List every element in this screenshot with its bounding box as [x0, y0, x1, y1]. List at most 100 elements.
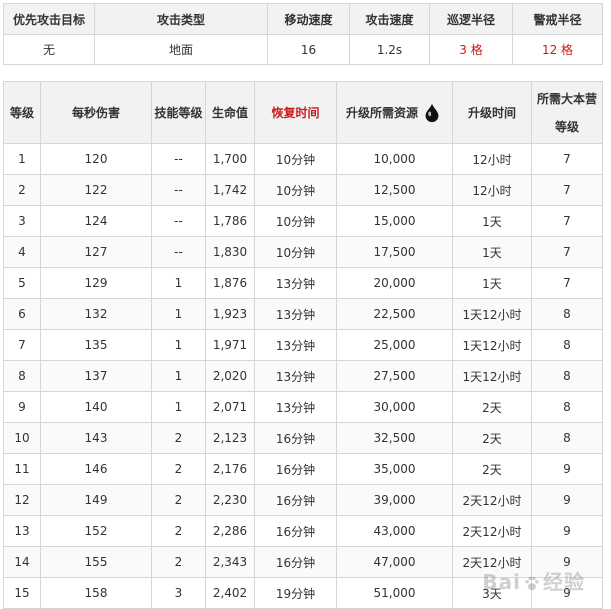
table-row: 7 135 1 1,971 13分钟 25,000 1天12小时 8 — [3, 329, 603, 361]
cell-upgrade-time: 1天 — [452, 267, 532, 299]
cell-hitpoints: 1,786 — [205, 205, 255, 237]
cell-hitpoints: 2,402 — [205, 577, 255, 609]
cell-hitpoints: 2,176 — [205, 453, 255, 485]
table-row: 10 143 2 2,123 16分钟 32,500 2天 8 — [3, 422, 603, 454]
cell-recovery-time: 16分钟 — [254, 453, 337, 485]
cell-townhall-level: 9 — [531, 453, 603, 485]
header-alert-radius: 警戒半径 — [512, 3, 603, 35]
cell-upgrade-time: 12小时 — [452, 174, 532, 206]
header-upgrade-cost-label: 升级所需资源 — [345, 106, 418, 120]
table-row: 11 146 2 2,176 16分钟 35,000 2天 9 — [3, 453, 603, 485]
table-row: 15 158 3 2,402 19分钟 51,000 3天 9 — [3, 577, 603, 609]
cell-level: 1 — [3, 143, 41, 175]
cell-level: 12 — [3, 484, 41, 516]
level-upgrade-table: 等级 每秒伤害 技能等级 生命值 恢复时间 升级所需资源 升级时间 所需大本营等… — [3, 81, 603, 609]
cell-dps: 143 — [40, 422, 152, 454]
cell-skill-level: 1 — [151, 360, 206, 392]
cell-skill-level: -- — [151, 143, 206, 175]
header-attack-type: 攻击类型 — [94, 3, 268, 35]
cell-townhall-level: 7 — [531, 143, 603, 175]
alert-radius-value: 12 格 — [512, 34, 603, 65]
priority-target-value: 无 — [3, 34, 95, 65]
cell-hitpoints: 2,286 — [205, 515, 255, 547]
cell-upgrade-cost: 25,000 — [336, 329, 453, 361]
cell-townhall-level: 8 — [531, 391, 603, 423]
cell-dps: 140 — [40, 391, 152, 423]
cell-dps: 152 — [40, 515, 152, 547]
cell-upgrade-cost: 12,500 — [336, 174, 453, 206]
cell-upgrade-time: 12小时 — [452, 143, 532, 175]
table-row: 12 149 2 2,230 16分钟 39,000 2天12小时 9 — [3, 484, 603, 516]
cell-upgrade-time: 1天12小时 — [452, 360, 532, 392]
cell-dps: 124 — [40, 205, 152, 237]
cell-townhall-level: 9 — [531, 484, 603, 516]
cell-upgrade-cost: 47,000 — [336, 546, 453, 578]
cell-townhall-level: 7 — [531, 205, 603, 237]
cell-dps: 122 — [40, 174, 152, 206]
header-recovery-time: 恢复时间 — [254, 81, 337, 144]
cell-hitpoints: 1,742 — [205, 174, 255, 206]
cell-hitpoints: 1,971 — [205, 329, 255, 361]
cell-level: 15 — [3, 577, 41, 609]
cell-recovery-time: 16分钟 — [254, 546, 337, 578]
cell-level: 2 — [3, 174, 41, 206]
cell-level: 9 — [3, 391, 41, 423]
cell-recovery-time: 13分钟 — [254, 360, 337, 392]
cell-dps: 155 — [40, 546, 152, 578]
cell-upgrade-cost: 10,000 — [336, 143, 453, 175]
cell-upgrade-cost: 17,500 — [336, 236, 453, 268]
header-upgrade-time: 升级时间 — [452, 81, 532, 144]
cell-dps: 132 — [40, 298, 152, 330]
cell-skill-level: 1 — [151, 329, 206, 361]
cell-dps: 146 — [40, 453, 152, 485]
cell-recovery-time: 10分钟 — [254, 174, 337, 206]
table-row: 5 129 1 1,876 13分钟 20,000 1天 7 — [3, 267, 603, 299]
cell-recovery-time: 10分钟 — [254, 143, 337, 175]
cell-skill-level: 2 — [151, 422, 206, 454]
cell-townhall-level: 9 — [531, 577, 603, 609]
cell-level: 6 — [3, 298, 41, 330]
cell-upgrade-time: 2天 — [452, 453, 532, 485]
cell-dps: 135 — [40, 329, 152, 361]
cell-townhall-level: 7 — [531, 267, 603, 299]
cell-level: 3 — [3, 205, 41, 237]
cell-skill-level: -- — [151, 205, 206, 237]
header-townhall-level: 所需大本营等级 — [531, 81, 603, 144]
cell-level: 7 — [3, 329, 41, 361]
cell-townhall-level: 9 — [531, 546, 603, 578]
table-row: 3 124 -- 1,786 10分钟 15,000 1天 7 — [3, 205, 603, 237]
cell-upgrade-time: 2天12小时 — [452, 515, 532, 547]
cell-upgrade-cost: 43,000 — [336, 515, 453, 547]
cell-level: 11 — [3, 453, 41, 485]
cell-townhall-level: 8 — [531, 298, 603, 330]
table-row: 14 155 2 2,343 16分钟 47,000 2天12小时 9 — [3, 546, 603, 578]
cell-townhall-level: 7 — [531, 174, 603, 206]
cell-townhall-level: 8 — [531, 329, 603, 361]
cell-upgrade-cost: 51,000 — [336, 577, 453, 609]
cell-skill-level: 3 — [151, 577, 206, 609]
cell-upgrade-time: 2天 — [452, 391, 532, 423]
cell-hitpoints: 2,230 — [205, 484, 255, 516]
cell-hitpoints: 2,071 — [205, 391, 255, 423]
cell-skill-level: 1 — [151, 267, 206, 299]
cell-recovery-time: 10分钟 — [254, 236, 337, 268]
header-upgrade-cost: 升级所需资源 — [336, 81, 453, 144]
cell-dps: 137 — [40, 360, 152, 392]
cell-upgrade-time: 3天 — [452, 577, 532, 609]
cell-hitpoints: 1,876 — [205, 267, 255, 299]
cell-hitpoints: 1,700 — [205, 143, 255, 175]
cell-upgrade-cost: 32,500 — [336, 422, 453, 454]
cell-hitpoints: 2,020 — [205, 360, 255, 392]
cell-level: 10 — [3, 422, 41, 454]
cell-level: 8 — [3, 360, 41, 392]
cell-dps: 129 — [40, 267, 152, 299]
cell-skill-level: 2 — [151, 546, 206, 578]
header-skill-level: 技能等级 — [151, 81, 206, 144]
cell-skill-level: -- — [151, 174, 206, 206]
header-hitpoints: 生命值 — [205, 81, 255, 144]
cell-skill-level: 2 — [151, 453, 206, 485]
cell-recovery-time: 19分钟 — [254, 577, 337, 609]
move-speed-value: 16 — [267, 34, 350, 65]
cell-hitpoints: 2,123 — [205, 422, 255, 454]
cell-skill-level: -- — [151, 236, 206, 268]
